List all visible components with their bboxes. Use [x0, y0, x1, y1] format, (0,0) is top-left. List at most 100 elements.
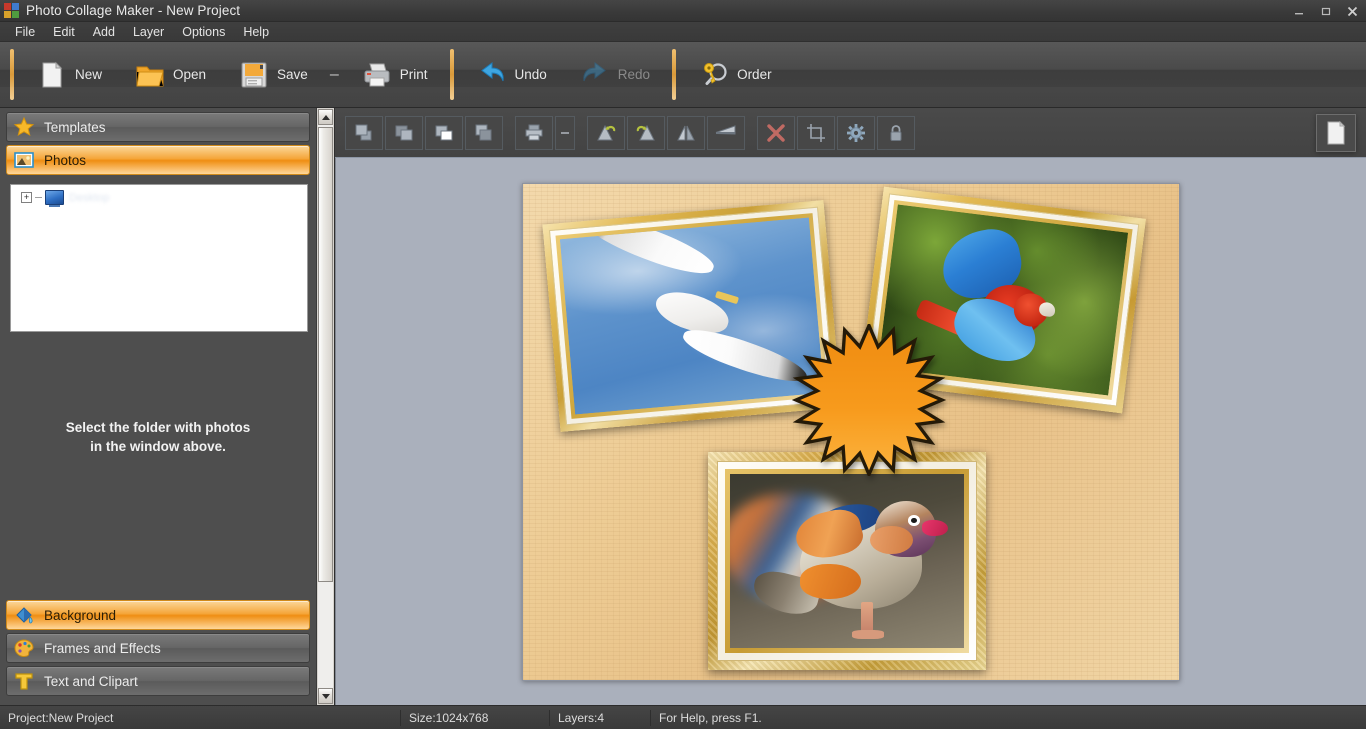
undo-arrow-icon [476, 59, 508, 91]
sidebar-content: Templates Photos + Desktop Select the fo… [0, 108, 316, 705]
print-object-button[interactable] [515, 115, 553, 150]
starburst-clipart[interactable] [791, 320, 947, 479]
duck-frame-mat [717, 460, 977, 661]
transform-group [587, 115, 745, 150]
crop-object-button[interactable] [797, 115, 835, 150]
canvas-workspace[interactable] [335, 158, 1366, 705]
undo-button[interactable]: Undo [460, 45, 563, 104]
duck-frame-outer [708, 452, 986, 670]
sidebar-item-templates[interactable]: Templates [6, 112, 310, 142]
key-magnifier-icon [698, 59, 730, 91]
flip-horizontal-button[interactable] [667, 115, 705, 150]
object-properties-button[interactable] [837, 115, 875, 150]
layer-back-icon [475, 124, 492, 140]
lock-object-button[interactable] [877, 115, 915, 150]
minimize-button[interactable] [1285, 0, 1312, 22]
layer-order-group [345, 115, 503, 150]
rotate-right-button[interactable] [627, 115, 665, 150]
close-button[interactable] [1339, 0, 1366, 22]
object-toolbar [335, 108, 1366, 158]
photos-hint-line1: Select the folder with photos [65, 420, 251, 435]
paint-bucket-icon [13, 604, 35, 626]
order-button[interactable]: Order [682, 45, 788, 104]
layer-forward-icon [395, 125, 413, 140]
delete-object-button[interactable] [757, 115, 795, 150]
toolbar-separator-right [672, 49, 677, 100]
duck-frame-bevel [725, 468, 969, 653]
open-button[interactable]: Open [118, 45, 222, 104]
flip-vertical-button[interactable] [707, 115, 745, 150]
menu-bar: File Edit Add Layer Options Help [0, 22, 1366, 42]
sidebar-item-text-clipart[interactable]: Text and Clipart [6, 666, 310, 696]
print-button[interactable]: Print [345, 45, 444, 104]
status-help: For Help, press F1. [659, 710, 762, 725]
window-controls [1285, 0, 1366, 22]
scroll-up-button[interactable] [318, 109, 333, 125]
tree-expander-icon[interactable]: + [21, 192, 32, 203]
menu-file[interactable]: File [6, 23, 44, 41]
sidebar-item-text-clipart-label: Text and Clipart [44, 673, 138, 689]
seagull-frame-bevel [555, 212, 829, 419]
page-icon [1327, 120, 1346, 144]
send-to-back-button[interactable] [465, 115, 503, 150]
duck-photo[interactable] [708, 452, 986, 670]
main-body: Templates Photos + Desktop Select the fo… [0, 108, 1366, 705]
page-setup-button[interactable] [1316, 113, 1356, 152]
open-folder-icon [134, 59, 166, 91]
redo-button[interactable]: Redo [563, 45, 666, 104]
save-button-label: Save [277, 67, 308, 82]
bring-forward-button[interactable] [385, 115, 423, 150]
rotate-left-button[interactable] [587, 115, 625, 150]
floppy-disk-icon [238, 59, 270, 91]
sidebar-item-templates-label: Templates [44, 119, 106, 135]
menu-options[interactable]: Options [173, 23, 234, 41]
seagull-image [559, 216, 825, 415]
redo-arrow-icon [579, 59, 611, 91]
scrollbar-track[interactable] [318, 125, 333, 688]
toolbar-dash: – [329, 65, 339, 83]
undo-button-label: Undo [514, 67, 547, 82]
status-size: Size:1024x768 [409, 710, 489, 725]
menu-add[interactable]: Add [84, 23, 124, 41]
new-button[interactable]: New [20, 45, 118, 104]
rotate-left-icon [597, 124, 616, 140]
sidebar-item-background[interactable]: Background [6, 600, 310, 630]
desktop-monitor-icon [45, 190, 64, 207]
left-sidebar: Templates Photos + Desktop Select the fo… [0, 108, 335, 705]
folder-tree-panel[interactable]: + Desktop [10, 184, 308, 332]
red-x-icon [767, 123, 785, 142]
bring-to-front-button[interactable] [345, 115, 383, 150]
redo-button-label: Redo [617, 67, 651, 82]
send-backward-button[interactable] [425, 115, 463, 150]
sidebar-item-background-label: Background [44, 607, 117, 623]
page-setup-button-wrap [1316, 113, 1356, 152]
restore-button[interactable] [1312, 0, 1339, 22]
layer-front-icon [355, 124, 372, 140]
menu-edit[interactable]: Edit [44, 23, 84, 41]
palette-icon [13, 637, 35, 659]
dash-icon [561, 131, 569, 134]
tree-node-root[interactable]: + Desktop [11, 185, 307, 207]
sidebar-bottom-items: Background Frames and Effects Text and C… [6, 600, 310, 701]
collage-page[interactable] [522, 182, 1180, 681]
canvas-area [335, 108, 1366, 705]
star-icon [13, 116, 35, 138]
edit-group [757, 115, 915, 150]
photos-hint-area: Select the folder with photos in the win… [6, 338, 310, 600]
sidebar-item-photos[interactable]: Photos [6, 145, 310, 175]
scroll-down-button[interactable] [318, 688, 333, 704]
status-bar: Project:New Project Size:1024x768 Layers… [0, 705, 1366, 729]
tree-node-label: Desktop [69, 191, 110, 204]
save-button[interactable]: Save [222, 45, 324, 104]
separator-toggle-button[interactable] [555, 115, 575, 150]
duck-image [730, 473, 964, 648]
order-button-label: Order [737, 67, 772, 82]
tree-connector [35, 197, 42, 198]
sidebar-item-frames-effects[interactable]: Frames and Effects [6, 633, 310, 663]
sidebar-scrollbar[interactable] [316, 108, 334, 705]
menu-help[interactable]: Help [234, 23, 278, 41]
status-layers: Layers:4 [558, 710, 605, 725]
app-logo-icon [4, 2, 20, 19]
scrollbar-thumb[interactable] [318, 127, 333, 582]
menu-layer[interactable]: Layer [124, 23, 173, 41]
